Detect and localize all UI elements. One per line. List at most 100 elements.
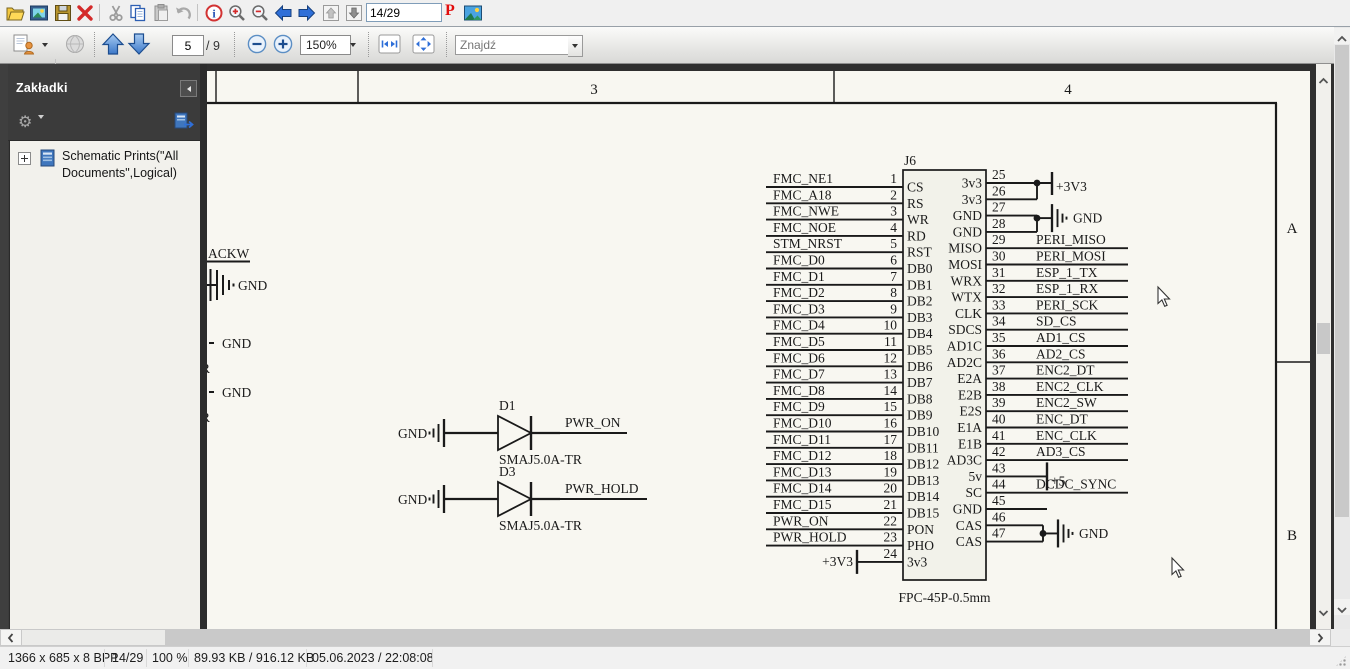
cut-icon[interactable] [105,2,127,24]
row-label: A [1287,221,1298,237]
scroll-down-icon[interactable] [1334,599,1350,615]
pin-function: DB1 [907,277,933,292]
pin-number: 5 [890,236,897,251]
pin-function: WR [907,212,929,227]
status-file-index: 14/29 [112,651,143,665]
pin-number: 15 [884,399,898,414]
zoom-out-icon[interactable] [249,2,271,24]
options-gear-icon[interactable]: ⚙ [18,112,32,132]
scroll-up-icon[interactable] [1334,28,1350,44]
p-flag-label: P [445,2,455,20]
toolbar-separator [99,4,100,21]
power-label: +3V3 [1056,179,1087,194]
page-up-icon[interactable] [320,2,342,24]
page-down-icon[interactable] [343,2,365,24]
sidebar-options-row: ⚙ [8,106,200,141]
bookmarks-panel: Schematic Prints("All Documents",Logical… [9,140,201,630]
toolbar-separator [368,32,370,57]
file-index-input[interactable] [366,3,442,22]
pin-number: 36 [992,346,1006,361]
previous-page-icon[interactable] [100,31,126,57]
net-label: FMC_D3 [773,301,825,316]
fit-page-button[interactable] [410,31,437,57]
pin-number: 34 [992,314,1006,329]
scroll-up-icon[interactable] [1316,74,1331,88]
share-icon[interactable] [8,31,40,59]
pin-function: RD [907,228,926,243]
toolbar-separator [197,4,198,21]
next-image-icon[interactable] [296,2,318,24]
window-horizontal-scrollbar[interactable] [0,629,1331,646]
pin-function: WRX [951,273,983,288]
pin-number: 32 [992,281,1006,296]
net-label: PERI_MOSI [1036,249,1106,264]
pin-number: 3 [890,204,897,219]
info-icon[interactable]: i [203,2,225,24]
scrollbar-thumb[interactable] [1335,45,1349,517]
share-caret-icon[interactable] [42,43,48,47]
scrollbar-thumb[interactable] [1317,323,1330,354]
find-caret-icon[interactable] [568,35,583,57]
scrollbar-thumb[interactable] [22,630,165,645]
pin-function: 3v3 [962,176,983,191]
net-label: FMC_D7 [773,367,825,382]
status-separator [188,649,189,667]
pdf-vertical-scrollbar[interactable] [1316,64,1331,629]
pin-number: 27 [992,200,1006,215]
diode-symbol [498,482,531,516]
scroll-right-icon[interactable] [1310,630,1330,645]
options-caret-icon[interactable] [38,119,44,133]
zoom-caret-icon[interactable] [346,35,359,55]
pin-function: DB15 [907,506,940,521]
delete-icon[interactable] [74,2,96,24]
sidebar-collapse-button[interactable] [180,80,197,97]
status-image-info: 1366 x 685 x 8 BPP [8,651,119,665]
pin-function: E1B [958,436,982,451]
fit-width-button[interactable] [376,31,403,57]
pin-function: PHO [907,538,934,553]
net-label: FMC_D12 [773,448,832,463]
paste-icon[interactable] [150,2,172,24]
pin-function: E2B [958,387,982,402]
schematic-page-svg: 34ABACKWGNDGNDRGNDRGNDPWR_OND1SMAJ5.0A-T… [207,64,1316,629]
zoom-in-icon[interactable] [226,2,248,24]
save-icon[interactable] [52,2,74,24]
net-label: SD_CS [1036,314,1077,329]
pin-number: 9 [890,301,897,316]
toolbar-separator [94,32,96,57]
pin-function: DB0 [907,261,933,276]
toolbar-separator [234,32,236,57]
pin-function: DB8 [907,391,933,406]
zoom-out-button[interactable] [244,31,270,57]
pin-function: SC [965,485,982,500]
next-page-icon[interactable] [126,31,152,57]
pin-function: MOSI [948,257,982,272]
pin-number: 16 [884,416,898,431]
net-label: ACKW [208,246,250,261]
net-label: FMC_D8 [773,383,825,398]
thumbnails-icon[interactable] [28,2,50,24]
expand-plus-icon[interactable] [18,152,31,165]
zoom-level-box[interactable]: 150% [300,35,351,55]
pin-number: 33 [992,297,1006,312]
status-zoom: 100 % [152,651,187,665]
window-vertical-scrollbar[interactable] [1334,27,1350,629]
scroll-left-icon[interactable] [1,630,21,645]
previous-image-icon[interactable] [272,2,294,24]
page-number-input[interactable] [172,35,204,56]
goto-bookmark-icon[interactable] [172,111,196,136]
undo-icon[interactable] [172,2,194,24]
pin-function: DB7 [907,375,933,390]
net-label: ENC2_SW [1036,395,1097,410]
image-icon[interactable] [462,2,484,24]
net-label: FMC_D10 [773,416,832,431]
resize-grip[interactable] [1335,655,1347,667]
zoom-in-button[interactable] [270,31,296,57]
open-folder-icon[interactable] [4,2,26,24]
find-input[interactable] [455,35,573,55]
pin-number: 13 [884,367,898,382]
pin-function: PON [907,522,934,537]
scroll-down-icon[interactable] [1316,606,1331,620]
status-separator [104,649,105,667]
copy-icon[interactable] [127,2,149,24]
